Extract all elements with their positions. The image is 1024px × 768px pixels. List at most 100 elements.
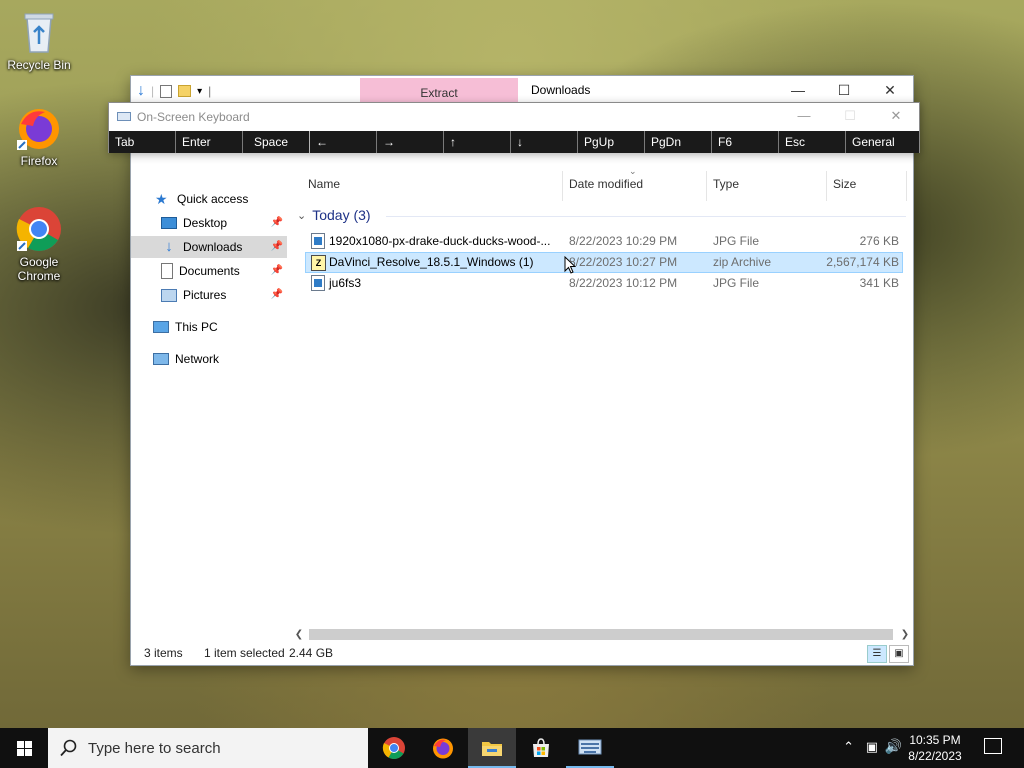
key-esc[interactable]: Esc <box>779 131 846 153</box>
nav-network[interactable]: Network <box>153 348 309 370</box>
group-header-today[interactable]: ⌄ Today (3) <box>297 207 371 223</box>
key-f6[interactable]: F6 <box>712 131 779 153</box>
sort-chevron-icon: ⌄ <box>629 166 637 176</box>
column-header-date-modified[interactable]: Date modified <box>569 177 643 197</box>
file-row[interactable]: Z DaVinci_Resolve_18.5.1_Windows (1) 8/2… <box>305 252 903 273</box>
quick-access-toolbar: ↓ | ▾ | <box>137 82 211 100</box>
key-pgdn[interactable]: PgDn <box>645 131 712 153</box>
nav-desktop[interactable]: Desktop 📌 <box>161 212 287 234</box>
close-button[interactable]: ✕ <box>867 76 913 104</box>
key-up-arrow[interactable]: ↑ <box>444 131 511 153</box>
nav-downloads[interactable]: ↓ Downloads 📌 <box>131 236 287 258</box>
new-folder-icon[interactable] <box>178 85 192 97</box>
download-arrow-icon[interactable]: ↓ <box>137 82 145 100</box>
file-row[interactable]: 1920x1080-px-drake-duck-ducks-wood-... 8… <box>305 231 903 252</box>
file-size: 276 KB <box>859 234 899 248</box>
key-right-arrow[interactable]: → <box>377 131 444 153</box>
desktop-folder-icon <box>161 217 177 229</box>
file-name: 1920x1080-px-drake-duck-ducks-wood-... <box>329 234 551 248</box>
group-divider <box>386 216 906 217</box>
explorer-title-bar[interactable]: ↓ | ▾ | Extract Downloads — ☐ ✕ <box>131 76 913 104</box>
details-view-icon[interactable]: ☰ <box>867 645 887 663</box>
firefox-icon <box>15 104 63 152</box>
key-pgup[interactable]: PgUp <box>578 131 645 153</box>
file-row[interactable]: ju6fs3 8/22/2023 10:12 PM JPG File 341 K… <box>305 273 903 294</box>
osk-title-bar[interactable]: On-Screen Keyboard — ☐ ✕ <box>109 103 919 131</box>
pin-icon[interactable]: 📌 <box>271 260 283 282</box>
taskbar-on-screen-keyboard[interactable] <box>566 728 614 768</box>
notification-icon[interactable] <box>984 738 1002 754</box>
nav-label: Downloads <box>183 240 243 254</box>
desktop-icon-firefox[interactable]: Firefox <box>1 104 77 168</box>
file-date: 8/22/2023 10:27 PM <box>569 255 678 269</box>
volume-icon[interactable]: 🔊 <box>885 738 902 755</box>
window-title: Downloads <box>531 83 591 97</box>
minimize-button[interactable]: — <box>775 76 821 104</box>
selection-count: 1 item selected <box>204 646 285 660</box>
scrollbar-thumb[interactable] <box>309 629 893 640</box>
column-header-name[interactable]: Name <box>308 177 340 197</box>
column-separator <box>562 171 563 201</box>
pin-icon[interactable]: 📌 <box>271 284 283 306</box>
taskbar-search-box[interactable]: Type here to search <box>48 728 368 768</box>
osk-maximize-button[interactable]: ☐ <box>827 103 873 131</box>
osk-key-row: Tab Enter Space ← → ↑ ↓ PgUp PgDn F6 Esc… <box>109 131 919 153</box>
file-name: DaVinci_Resolve_18.5.1_Windows (1) <box>329 255 534 269</box>
column-separator <box>826 171 827 201</box>
file-explorer-window: ↓ | ▾ | Extract Downloads — ☐ ✕ ★ Quick … <box>130 75 914 666</box>
on-screen-keyboard-window: On-Screen Keyboard — ☐ ✕ Tab Enter Space… <box>108 102 920 153</box>
osk-close-button[interactable]: ✕ <box>873 103 919 131</box>
windows-logo-icon <box>17 741 32 756</box>
chevron-down-icon[interactable]: ▾ <box>197 86 202 97</box>
ribbon-tab-extract[interactable]: Extract <box>360 78 518 104</box>
key-general[interactable]: General <box>846 131 919 153</box>
start-button[interactable] <box>0 728 48 768</box>
network-status-icon[interactable]: ▣ <box>866 739 878 755</box>
taskbar-file-explorer[interactable] <box>468 728 516 768</box>
nav-pictures[interactable]: Pictures 📌 <box>161 284 287 306</box>
osk-minimize-button[interactable]: — <box>781 103 827 131</box>
taskbar-firefox[interactable] <box>419 728 467 768</box>
large-icons-view-icon[interactable]: ▣ <box>889 645 909 663</box>
selection-size: 2.44 GB <box>289 646 334 660</box>
nav-quick-access[interactable]: ★ Quick access <box>155 188 311 210</box>
keyboard-icon <box>117 112 131 121</box>
column-header-size[interactable]: Size <box>833 177 856 197</box>
folder-icon <box>482 742 502 756</box>
taskbar-chrome[interactable] <box>370 728 418 768</box>
file-size: 2,567,174 KB <box>826 255 899 269</box>
nav-label: Network <box>175 352 220 366</box>
computer-icon <box>153 321 169 333</box>
pin-icon[interactable]: 📌 <box>271 236 283 258</box>
key-enter[interactable]: Enter <box>176 131 243 153</box>
nav-label: This PC <box>175 320 218 334</box>
nav-this-pc[interactable]: This PC <box>153 316 309 338</box>
item-count: 3 items <box>144 646 183 660</box>
key-left-arrow[interactable]: ← <box>310 131 377 153</box>
file-date: 8/22/2023 10:29 PM <box>569 234 678 248</box>
pin-icon[interactable]: 📌 <box>271 212 283 234</box>
desktop-icon-google-chrome[interactable]: Google Chrome <box>1 205 77 283</box>
nav-documents[interactable]: Documents 📌 <box>161 260 287 282</box>
pictures-icon <box>161 288 177 302</box>
nav-label: Desktop <box>183 216 228 230</box>
chevron-up-icon[interactable]: ⌃ <box>843 739 854 755</box>
toolbar-separator: | <box>208 84 212 98</box>
key-tab[interactable]: Tab <box>109 131 176 153</box>
zip-file-icon: Z <box>311 255 326 271</box>
column-header-type[interactable]: Type <box>713 177 739 197</box>
osk-window-controls: — ☐ ✕ <box>781 103 919 131</box>
taskbar-store[interactable] <box>517 728 565 768</box>
network-icon <box>153 353 169 365</box>
key-space[interactable]: Space <box>243 131 310 153</box>
documents-icon <box>161 263 173 279</box>
clock-date: 8/22/2023 <box>908 749 962 763</box>
key-down-arrow[interactable]: ↓ <box>511 131 578 153</box>
properties-icon[interactable] <box>160 84 173 98</box>
maximize-button[interactable]: ☐ <box>821 76 867 104</box>
clock-time: 10:35 PM <box>909 733 961 747</box>
desktop-icon-recycle-bin[interactable]: Recycle Bin <box>1 8 77 72</box>
jpg-file-icon <box>311 233 325 249</box>
clock[interactable]: 10:35 PM 8/22/2023 <box>902 732 968 764</box>
file-type: zip Archive <box>713 255 772 269</box>
